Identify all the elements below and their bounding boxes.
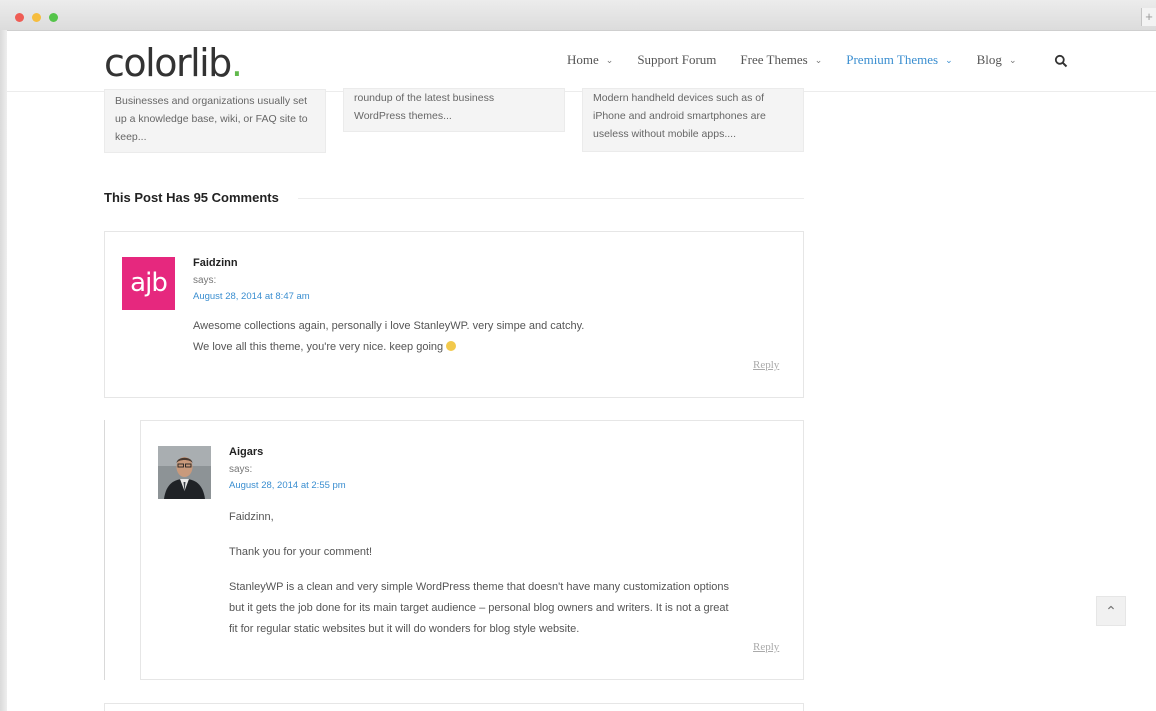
- comment-says: says:: [229, 464, 253, 475]
- main-nav: Home ⌄ Support Forum Free Themes ⌄ Premium…: [567, 52, 1040, 68]
- nav-item-label: Support Forum: [637, 52, 717, 67]
- comment: ajb Faidzinn says: August 28, 2014 at 8:…: [104, 231, 804, 398]
- comment-paragraph: We love all this theme, you're very nice…: [193, 337, 584, 358]
- comment-line: fit for regular static websites but it w…: [229, 623, 580, 635]
- browser-window: + colorlib. Home ⌄ Support Forum Free The…: [0, 0, 1156, 711]
- nav-item-label: Blog: [976, 52, 1002, 67]
- comment-paragraph: Awesome collections again, personally i …: [193, 320, 585, 332]
- comment-author[interactable]: Aigars: [229, 446, 263, 458]
- nav-item-label: Free Themes: [740, 52, 808, 67]
- comment: [104, 703, 804, 711]
- comment-date-link[interactable]: August 28, 2014 at 2:55 pm: [229, 480, 346, 491]
- nav-item-premium-themes[interactable]: Premium Themes ⌄: [846, 52, 952, 68]
- logo-text: colorlib: [104, 41, 232, 85]
- site-header: colorlib. Home ⌄ Support Forum Free Theme…: [7, 31, 1156, 92]
- related-post-card[interactable]: Businesses and organizations usually set…: [104, 89, 326, 153]
- chevron-down-icon: ⌄: [605, 54, 614, 65]
- logo-dot: .: [230, 41, 243, 85]
- chevron-down-icon: ⌄: [1008, 54, 1017, 65]
- card-excerpt-line: useless without mobile apps....: [593, 128, 736, 140]
- comment-says: says:: [193, 275, 217, 286]
- comment-line: but it gets the job done for its main ta…: [229, 602, 729, 614]
- nav-item-label: Premium Themes: [846, 52, 939, 67]
- maximize-window-button[interactable]: [49, 13, 58, 22]
- chevron-down-icon: ⌄: [945, 54, 953, 65]
- browser-chrome: +: [0, 0, 1156, 31]
- reply-link[interactable]: Reply: [753, 641, 779, 653]
- related-post-card[interactable]: Modern handheld devices such as of iPhon…: [582, 88, 804, 152]
- nav-item-free-themes[interactable]: Free Themes ⌄: [740, 52, 822, 68]
- nav-item-label: Home: [567, 52, 599, 67]
- divider: [298, 198, 804, 199]
- minimize-window-button[interactable]: [32, 13, 41, 22]
- thread-line: [104, 420, 105, 680]
- card-excerpt-line: Modern handheld devices such as of: [593, 92, 765, 104]
- card-excerpt-line: keep...: [115, 131, 147, 143]
- comment-reply: Aigars says: August 28, 2014 at 2:55 pm …: [140, 420, 804, 680]
- reply-link[interactable]: Reply: [753, 359, 779, 371]
- nav-item-support-forum[interactable]: Support Forum: [637, 52, 716, 68]
- comments-heading: This Post Has 95 Comments: [104, 190, 279, 205]
- avatar: ajb: [122, 257, 175, 310]
- comment-line: We love all this theme, you're very nice…: [193, 341, 444, 353]
- comment-paragraph: Thank you for your comment!: [229, 546, 373, 558]
- scroll-to-top-button[interactable]: ⌃: [1096, 596, 1126, 626]
- card-excerpt-line: up a knowledge base, wiki, or FAQ site t…: [115, 113, 308, 125]
- nav-item-home[interactable]: Home ⌄: [567, 52, 613, 68]
- chevron-down-icon: ⌄: [814, 54, 823, 65]
- comment-date-link[interactable]: August 28, 2014 at 8:47 am: [193, 291, 310, 302]
- comment-author[interactable]: Faidzinn: [193, 257, 238, 269]
- nav-item-blog[interactable]: Blog ⌄: [977, 52, 1017, 68]
- smiley-emoji-icon: [446, 341, 457, 351]
- comment-paragraph: Faidzinn,: [229, 511, 274, 523]
- card-excerpt-line: roundup of the latest business: [354, 92, 495, 104]
- new-tab-button[interactable]: +: [1141, 8, 1156, 26]
- card-excerpt-line: WordPress themes...: [354, 110, 452, 122]
- comment-body: Faidzinn, Thank you for your comment! St…: [229, 507, 729, 640]
- card-excerpt-line: iPhone and android smartphones are: [593, 110, 766, 122]
- close-window-button[interactable]: [15, 13, 24, 22]
- window-edge: [0, 30, 7, 711]
- card-excerpt-line: Businesses and organizations usually set: [115, 95, 308, 107]
- comment-line: StanleyWP is a clean and very simple Wor…: [229, 581, 729, 593]
- search-icon[interactable]: [1054, 54, 1068, 68]
- comment-body: Awesome collections again, personally i …: [193, 316, 584, 358]
- site-logo[interactable]: colorlib.: [104, 41, 243, 85]
- person-photo-icon: [158, 446, 211, 499]
- avatar: [158, 446, 211, 499]
- related-post-card[interactable]: roundup of the latest business WordPress…: [343, 88, 565, 132]
